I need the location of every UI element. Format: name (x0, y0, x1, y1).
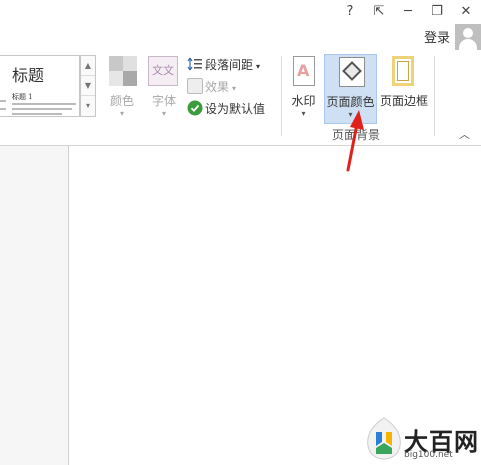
help-icon[interactable]: ? (339, 3, 361, 21)
checkmark-icon (187, 100, 203, 116)
page-borders-button[interactable]: 页面边框 (378, 54, 430, 124)
style-heading-preview: 标题 1 (12, 93, 33, 101)
watermark-button[interactable]: A 水印 ▾ (287, 54, 320, 124)
restore-button[interactable]: ❐ (426, 3, 448, 21)
group-separator (434, 56, 435, 136)
watermark-label: 水印 (291, 94, 316, 108)
account-row: 登录 (0, 24, 481, 50)
effects-button[interactable]: 效果 ▾ (187, 78, 236, 98)
document-area (0, 146, 481, 465)
close-button[interactable]: ✕ (455, 3, 477, 21)
fonts-label: 字体 (151, 94, 176, 108)
style-set-gallery[interactable]: 标题 标题 1 (0, 55, 80, 117)
watermark-icon: A (293, 56, 315, 86)
effects-label: 效果 (205, 80, 230, 94)
page-borders-label: 页面边框 (379, 94, 428, 108)
style-title-preview: 标题 (12, 66, 45, 85)
scroll-up-icon[interactable]: ▲ (81, 56, 95, 76)
collapse-ribbon-icon[interactable]: ︿ (459, 126, 470, 142)
gallery-more-icon[interactable]: ▾ (81, 96, 95, 116)
chevron-down-icon: ▾ (232, 84, 237, 93)
set-as-default-label: 设为默认值 (205, 102, 266, 116)
signin-link[interactable]: 登录 (424, 27, 450, 46)
avatar-icon[interactable] (455, 24, 481, 50)
page-border-icon (392, 56, 414, 86)
title-bar: ? ⇱ ─ ❐ ✕ (0, 0, 481, 24)
ribbon-design-tab: 标题 标题 1 ▲ ▼ ▾ 颜色 ▾ 文文 字体 ▾ 段落间距 ▾ 效果 ▾ 设… (0, 50, 481, 146)
annotation-arrow-icon (346, 110, 364, 172)
chevron-down-icon: ▾ (161, 109, 166, 118)
style-gallery-scroll[interactable]: ▲ ▼ ▾ (80, 55, 96, 117)
paragraph-spacing-label: 段落间距 (205, 58, 254, 72)
site-logo-icon (367, 417, 401, 460)
ribbon-display-options-icon[interactable]: ⇱ (368, 3, 390, 21)
site-watermark-url: big100.net (404, 450, 453, 460)
paragraph-spacing-button[interactable]: 段落间距 ▾ (187, 56, 260, 76)
scroll-down-icon[interactable]: ▼ (81, 76, 95, 96)
chevron-down-icon: ▾ (301, 109, 306, 118)
colors-button[interactable]: 颜色 ▾ (103, 54, 141, 124)
fonts-button[interactable]: 文文 字体 ▾ (144, 54, 184, 124)
font-icon: 文文 (148, 56, 178, 86)
chevron-down-icon: ▾ (256, 62, 261, 71)
document-page[interactable] (68, 146, 481, 465)
set-as-default-button[interactable]: 设为默认值 (187, 100, 265, 120)
color-palette-icon (109, 56, 137, 86)
minimize-button[interactable]: ─ (397, 3, 419, 21)
paint-bucket-icon (339, 57, 365, 87)
paragraph-spacing-icon (187, 56, 203, 72)
chevron-down-icon: ▾ (119, 109, 124, 118)
colors-label: 颜色 (109, 94, 134, 108)
effects-icon (187, 78, 203, 94)
group-separator (281, 56, 282, 136)
